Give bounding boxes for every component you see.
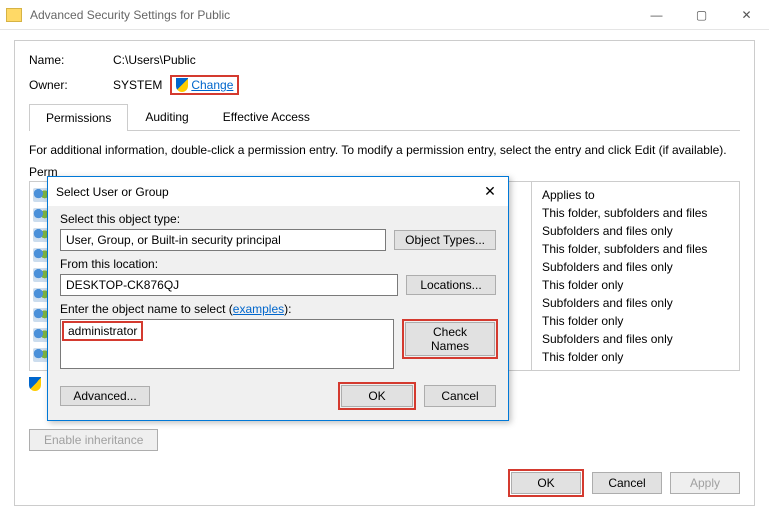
cancel-button[interactable]: Cancel: [592, 472, 662, 494]
ok-highlight: OK: [508, 469, 584, 497]
applies-to-row[interactable]: This folder only: [542, 350, 729, 364]
change-owner-link[interactable]: Change: [191, 78, 233, 92]
dialog-title: Select User or Group: [56, 185, 480, 199]
name-label: Name:: [29, 53, 113, 67]
change-owner-highlight: Change: [170, 75, 239, 95]
dialog-titlebar: Select User or Group ✕: [48, 177, 508, 206]
owner-value: SYSTEM: [113, 78, 162, 92]
applies-to-row[interactable]: Subfolders and files only: [542, 260, 729, 274]
applies-to-row[interactable]: This folder, subfolders and files: [542, 242, 729, 256]
check-names-highlight: Check Names: [402, 319, 498, 359]
tabstrip: Permissions Auditing Effective Access: [29, 103, 740, 131]
applies-to-row[interactable]: Subfolders and files only: [542, 296, 729, 310]
apply-button[interactable]: Apply: [670, 472, 740, 494]
applies-to-header: Applies to: [542, 188, 729, 202]
owner-label: Owner:: [29, 78, 113, 92]
enable-inheritance-button[interactable]: Enable inheritance: [29, 429, 158, 451]
shield-icon: [176, 78, 188, 92]
applies-to-row[interactable]: Subfolders and files only: [542, 332, 729, 346]
dialog-ok-highlight: OK: [338, 382, 416, 410]
object-type-field[interactable]: [60, 229, 386, 251]
close-button[interactable]: ✕: [724, 0, 769, 29]
info-text: For additional information, double-click…: [29, 143, 740, 157]
dialog-cancel-button[interactable]: Cancel: [424, 385, 496, 407]
applies-to-row[interactable]: This folder only: [542, 314, 729, 328]
advanced-button[interactable]: Advanced...: [60, 386, 150, 406]
check-names-button[interactable]: Check Names: [405, 322, 495, 356]
ok-button[interactable]: OK: [511, 472, 581, 494]
object-type-label: Select this object type:: [60, 212, 496, 226]
titlebar: Advanced Security Settings for Public — …: [0, 0, 769, 30]
applies-to-row[interactable]: Subfolders and files only: [542, 224, 729, 238]
tab-auditing[interactable]: Auditing: [128, 103, 205, 130]
shield-icon: [29, 377, 41, 391]
object-name-label: Enter the object name to select (example…: [60, 302, 496, 316]
main-footer: OK Cancel Apply: [508, 469, 740, 497]
maximize-button[interactable]: ▢: [679, 0, 724, 29]
window-title: Advanced Security Settings for Public: [30, 8, 634, 22]
select-user-dialog: Select User or Group ✕ Select this objec…: [47, 176, 509, 421]
dialog-close-button[interactable]: ✕: [480, 183, 500, 200]
applies-to-row[interactable]: This folder, subfolders and files: [542, 206, 729, 220]
applies-to-column: Applies to This folder, subfolders and f…: [531, 182, 739, 370]
object-name-highlight: administrator: [62, 321, 143, 341]
folder-icon: [6, 8, 22, 22]
applies-to-row[interactable]: This folder only: [542, 278, 729, 292]
tab-effective-access[interactable]: Effective Access: [206, 103, 327, 130]
location-field[interactable]: [60, 274, 398, 296]
dialog-ok-button[interactable]: OK: [341, 385, 413, 407]
minimize-button[interactable]: —: [634, 0, 679, 29]
name-value: C:\Users\Public: [113, 53, 196, 67]
tab-permissions[interactable]: Permissions: [29, 104, 128, 131]
location-label: From this location:: [60, 257, 496, 271]
locations-button[interactable]: Locations...: [406, 275, 496, 295]
object-types-button[interactable]: Object Types...: [394, 230, 496, 250]
examples-link[interactable]: examples: [233, 302, 284, 316]
